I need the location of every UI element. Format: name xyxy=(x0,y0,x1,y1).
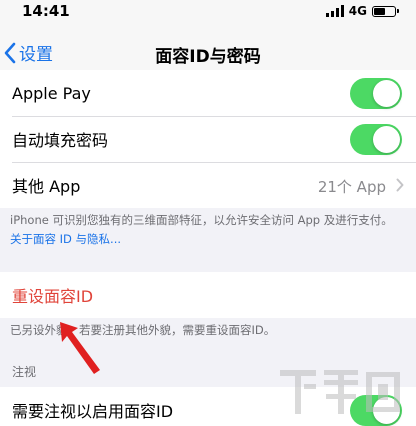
red-arrow-annotation-icon xyxy=(60,322,100,374)
attention-section-header: 注视 xyxy=(12,365,37,379)
autofill-passwords-toggle[interactable] xyxy=(350,124,402,155)
reset-face-id-group: 重设面容ID xyxy=(0,272,416,318)
apple-pay-toggle[interactable] xyxy=(350,78,402,109)
face-id-privacy-link[interactable]: 关于面容 ID 与隐私... xyxy=(10,232,121,246)
other-apps-label: 其他 App xyxy=(12,177,81,196)
apple-pay-row: Apple Pay xyxy=(0,70,416,116)
signal-icon xyxy=(325,5,344,17)
require-attention-label: 需要注视以启用面容ID xyxy=(12,402,174,421)
face-id-description-text: iPhone 可识别您独有的三维面部特征，以允许安全访问 App 及进行支付。 xyxy=(10,213,393,227)
reset-face-id-button[interactable]: 重设面容ID xyxy=(0,272,416,318)
network-type: 4G xyxy=(348,4,367,18)
other-apps-count: 21个 App xyxy=(317,178,386,196)
page-title: 面容ID与密码 xyxy=(155,47,261,67)
apple-pay-label: Apple Pay xyxy=(12,83,91,103)
autofill-passwords-row: 自动填充密码 xyxy=(0,116,416,162)
settings-group-usage: Apple Pay 自动填充密码 其他 App 21个 App xyxy=(0,70,416,208)
watermark-logo xyxy=(278,366,408,422)
battery-icon xyxy=(372,5,399,17)
status-indicators: 4G xyxy=(325,4,399,18)
status-time: 14:41 xyxy=(22,2,70,20)
other-apps-row[interactable]: 其他 App 21个 App xyxy=(0,162,416,208)
reset-face-id-label: 重设面容ID xyxy=(12,287,94,306)
status-bar: 14:41 4G xyxy=(0,0,416,26)
alternate-appearance-text: 已另设外貌。若要注册其他外貌，需要重设面容ID。 xyxy=(10,323,276,337)
chevron-right-icon xyxy=(396,178,404,192)
face-id-description: iPhone 可识别您独有的三维面部特征，以允许安全访问 App 及进行支付。 … xyxy=(10,211,406,249)
autofill-passwords-label: 自动填充密码 xyxy=(12,131,109,150)
watermark-logo-icon xyxy=(280,370,400,414)
